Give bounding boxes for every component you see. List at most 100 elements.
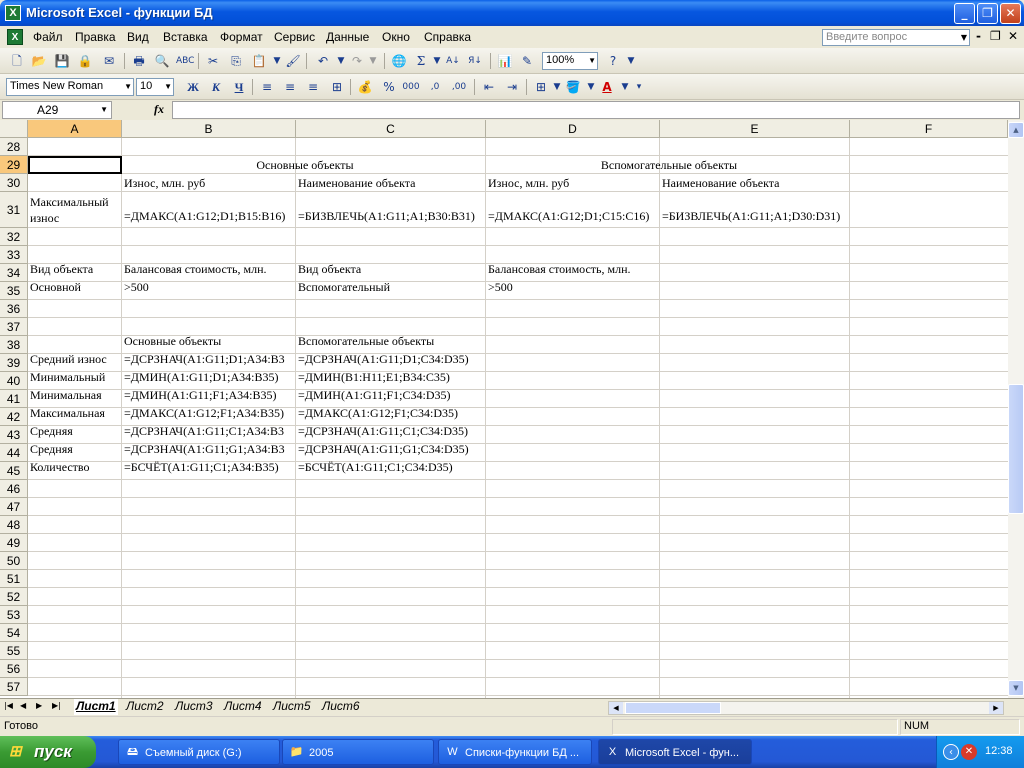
cell-d34[interactable]: Балансовая стоимость, млн. bbox=[486, 262, 631, 276]
format-painter-icon[interactable]: 🖌 bbox=[284, 52, 302, 70]
cell-b40[interactable]: =ДМИН(A1:G11;D1;A34:B35) bbox=[122, 370, 279, 384]
row-header-46[interactable]: 46 bbox=[0, 480, 28, 498]
chevron-down-icon[interactable]: ▼ bbox=[622, 52, 640, 70]
menu-edit[interactable]: Правка bbox=[75, 30, 116, 44]
zoom-select[interactable]: 100% ▼ bbox=[542, 52, 598, 70]
spelling-icon[interactable]: ABC bbox=[176, 52, 194, 70]
cell-b41[interactable]: =ДМИН(A1:G11;F1;A34:B35) bbox=[122, 388, 277, 402]
cell-b39[interactable]: =ДСРЗНАЧ(A1:G11;D1;A34:B3 bbox=[122, 352, 296, 366]
cut-icon[interactable]: ✂ bbox=[204, 52, 222, 70]
row-header-32[interactable]: 32 bbox=[0, 228, 28, 246]
align-right-icon[interactable]: ≡ bbox=[304, 78, 322, 96]
cell-c39[interactable]: =ДСРЗНАЧ(A1:G11;D1;C34:D35) bbox=[296, 352, 469, 366]
row-header-31[interactable]: 31 bbox=[0, 192, 28, 228]
cell-c34[interactable]: Вид объекта bbox=[296, 262, 361, 276]
cell-c44[interactable]: =ДСРЗНАЧ(A1:G11;G1;C34:D35) bbox=[296, 442, 469, 456]
row-header-35[interactable]: 35 bbox=[0, 282, 28, 300]
cell-c31[interactable]: =БИЗВЛЕЧЬ(A1:G11;A1;B30:B31) bbox=[296, 209, 475, 223]
active-cell-a29[interactable] bbox=[28, 156, 122, 174]
chevron-down-icon[interactable]: ▼ bbox=[959, 30, 969, 45]
cell-c35[interactable]: Вспомогательный bbox=[296, 280, 390, 294]
row-header-41[interactable]: 41 bbox=[0, 390, 28, 408]
cell-a41[interactable]: Минимальная bbox=[28, 388, 102, 402]
menu-tools[interactable]: Сервис bbox=[274, 30, 315, 44]
cell-a31[interactable]: Максимальный износ bbox=[28, 194, 122, 226]
menu-format[interactable]: Формат bbox=[220, 30, 263, 44]
sheet-tab-5[interactable]: Лист5 bbox=[271, 699, 313, 715]
cell-c45[interactable]: =БСЧЁТ(A1:G11;C1;C34:D35) bbox=[296, 460, 453, 474]
sheet-tab-1[interactable]: Лист1 bbox=[74, 699, 118, 715]
sheet-tab-4[interactable]: Лист4 bbox=[222, 699, 264, 715]
cell-b35[interactable]: >500 bbox=[122, 280, 149, 294]
spreadsheet-grid[interactable]: A B C D E F 28 29 30 31 32 33 34 35 36 37 38 39 40 41… bbox=[0, 120, 1008, 698]
cell-b29[interactable]: Основные объекты bbox=[122, 158, 486, 172]
cell-d35[interactable]: >500 bbox=[486, 280, 513, 294]
print-preview-icon[interactable]: 🔍 bbox=[153, 52, 171, 70]
vertical-scrollbar[interactable]: ▲ ▼ bbox=[1008, 120, 1024, 698]
formula-input[interactable] bbox=[172, 101, 1020, 119]
next-sheet-icon[interactable]: ▶ bbox=[36, 701, 42, 710]
copy-icon[interactable]: ⎘ bbox=[227, 52, 245, 70]
cell-c41[interactable]: =ДМИН(A1:G11;F1;C34:D35) bbox=[296, 388, 451, 402]
chevron-down-icon[interactable]: ▼ bbox=[364, 52, 382, 70]
cell-b44[interactable]: =ДСРЗНАЧ(A1:G11;G1;A34:B3 bbox=[122, 442, 296, 456]
cell-a44[interactable]: Средняя bbox=[28, 442, 73, 456]
workbook-restore-button[interactable]: ❐ bbox=[990, 29, 1001, 43]
name-box[interactable]: A29 ▼ bbox=[2, 101, 112, 119]
row-header-29[interactable]: 29 bbox=[0, 156, 28, 174]
permission-icon[interactable]: 🔒 bbox=[76, 52, 94, 70]
cell-b43[interactable]: =ДСРЗНАЧ(A1:G11;C1;A34:B3 bbox=[122, 424, 296, 438]
cell-a35[interactable]: Основной bbox=[28, 280, 81, 294]
horizontal-scroll-thumb[interactable] bbox=[625, 702, 721, 714]
row-header-36[interactable]: 36 bbox=[0, 300, 28, 318]
close-button[interactable]: ✕ bbox=[1000, 3, 1021, 24]
column-header-e[interactable]: E bbox=[660, 120, 850, 138]
decrease-indent-icon[interactable]: ⇤ bbox=[480, 78, 498, 96]
font-color-icon[interactable]: A bbox=[598, 78, 616, 96]
currency-icon[interactable]: 💰 bbox=[356, 78, 374, 96]
workbook-icon[interactable]: X bbox=[7, 29, 23, 45]
menu-view[interactable]: Вид bbox=[127, 30, 149, 44]
workbook-close-button[interactable]: ✕ bbox=[1008, 29, 1018, 43]
row-header-30[interactable]: 30 bbox=[0, 174, 28, 192]
start-button[interactable]: ⊞ пуск bbox=[0, 736, 96, 768]
underline-button[interactable]: Ч bbox=[230, 78, 248, 96]
row-header-55[interactable]: 55 bbox=[0, 642, 28, 660]
sheet-tab-3[interactable]: Лист3 bbox=[173, 699, 215, 715]
scroll-left-icon[interactable]: ◀ bbox=[609, 702, 623, 714]
sort-ascending-icon[interactable]: A↓ bbox=[444, 52, 462, 70]
save-icon[interactable]: 💾 bbox=[53, 52, 71, 70]
insert-function-icon[interactable]: fx bbox=[154, 102, 164, 117]
cell-a39[interactable]: Средний износ bbox=[28, 352, 107, 366]
thousands-separator-icon[interactable]: 000 bbox=[402, 78, 420, 96]
hyperlink-icon[interactable]: 🌐 bbox=[390, 52, 408, 70]
scroll-down-icon[interactable]: ▼ bbox=[1008, 680, 1024, 696]
row-header-42[interactable]: 42 bbox=[0, 408, 28, 426]
cell-e30[interactable]: Наименование объекта bbox=[660, 176, 780, 190]
workbook-minimize-button[interactable]: - bbox=[976, 29, 981, 43]
row-header-51[interactable]: 51 bbox=[0, 570, 28, 588]
taskbar-item-folder-2005[interactable]: 📁 2005 bbox=[282, 739, 434, 765]
decrease-decimal-icon[interactable]: ,00 bbox=[450, 78, 468, 96]
row-header-43[interactable]: 43 bbox=[0, 426, 28, 444]
cell-c42[interactable]: =ДМАКС(A1:G12;F1;C34:D35) bbox=[296, 406, 458, 420]
row-header-33[interactable]: 33 bbox=[0, 246, 28, 264]
vertical-scroll-thumb[interactable] bbox=[1008, 384, 1024, 514]
first-sheet-icon[interactable]: |◀ bbox=[4, 701, 13, 710]
ask-question-input[interactable]: Введите вопрос bbox=[822, 29, 970, 46]
row-header-52[interactable]: 52 bbox=[0, 588, 28, 606]
help-icon[interactable]: ? bbox=[604, 52, 622, 70]
cell-b31[interactable]: =ДМАКС(A1:G12;D1;B15:B16) bbox=[122, 209, 285, 223]
chart-wizard-icon[interactable]: 📊 bbox=[496, 52, 514, 70]
merge-center-icon[interactable]: ⊞ bbox=[328, 78, 346, 96]
undo-icon[interactable]: ↶ bbox=[314, 52, 332, 70]
row-header-44[interactable]: 44 bbox=[0, 444, 28, 462]
increase-decimal-icon[interactable]: ,0 bbox=[426, 78, 444, 96]
title-bar[interactable]: X Microsoft Excel - функции БД _ ❐ ✕ bbox=[0, 0, 1024, 26]
horizontal-scrollbar[interactable]: ◀ ▶ bbox=[608, 701, 1004, 715]
cell-a42[interactable]: Максимальная bbox=[28, 406, 105, 420]
scroll-up-icon[interactable]: ▲ bbox=[1008, 122, 1024, 138]
column-header-b[interactable]: B bbox=[122, 120, 296, 138]
row-header-48[interactable]: 48 bbox=[0, 516, 28, 534]
new-icon[interactable]: 🗋 bbox=[8, 52, 26, 70]
